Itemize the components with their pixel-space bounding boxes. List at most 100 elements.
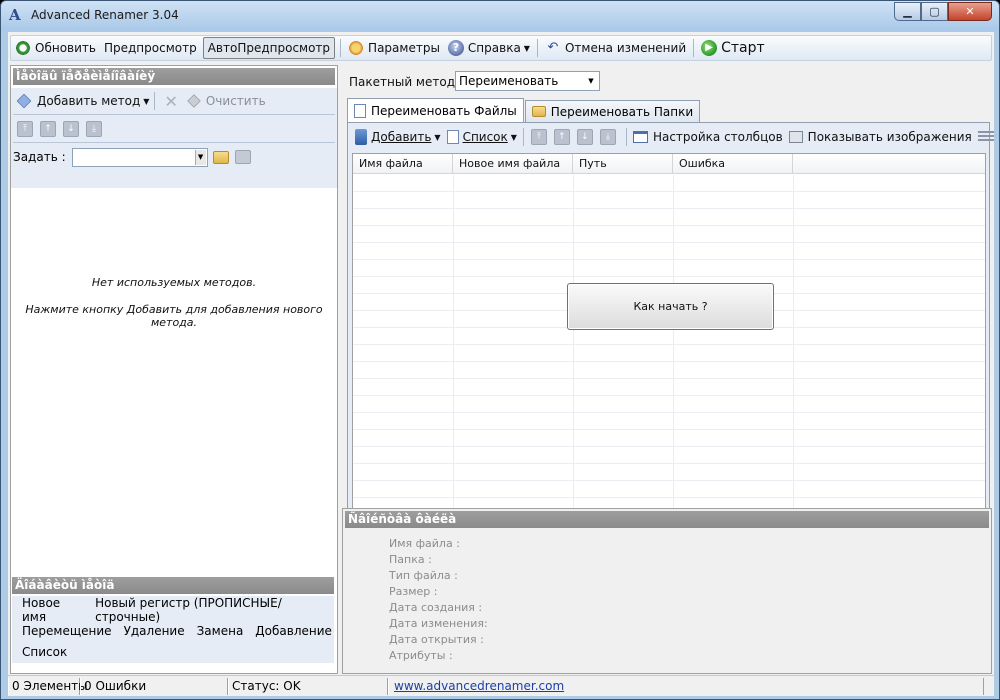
main-toolbar: Обновить Предпросмотр АвтоПредпросмотр П… bbox=[10, 35, 992, 61]
open-folder-icon[interactable] bbox=[212, 150, 229, 164]
move-top-icon[interactable]: ⤒ bbox=[17, 121, 33, 137]
refresh-button[interactable]: Обновить bbox=[11, 37, 100, 59]
preview-button[interactable]: Предпросмотр bbox=[100, 37, 201, 59]
undo-icon: ↶ bbox=[547, 40, 559, 55]
clear-label: Очистить bbox=[205, 94, 266, 108]
col-error[interactable]: Ошибка bbox=[673, 154, 793, 173]
help-button[interactable]: ? Справка ▼ bbox=[444, 37, 534, 59]
columns-setup-button[interactable]: Настройка столбцов bbox=[630, 126, 786, 148]
add-method-header: Äîáàâèòü ìåòîä bbox=[12, 577, 334, 594]
move-down-icon[interactable]: ↓ bbox=[63, 121, 79, 137]
toolbar-separator bbox=[536, 39, 538, 57]
batch-mode-select[interactable]: Переименовать ▼ bbox=[455, 71, 600, 91]
list-icon bbox=[446, 130, 459, 144]
move-bottom-icon[interactable]: ⤓ bbox=[599, 129, 616, 145]
method-list[interactable]: Список bbox=[18, 643, 71, 661]
methods-toolbar: Добавить метод ▼ ✕ Очистить ⤒ ↑ ↓ ⤓ Зада… bbox=[11, 88, 337, 188]
move-up-icon[interactable]: ↑ bbox=[553, 129, 570, 145]
website-link[interactable]: www.advancedrenamer.com bbox=[394, 679, 564, 693]
divider bbox=[13, 142, 335, 143]
add-files-button[interactable]: Добавить ▼ bbox=[352, 126, 444, 148]
batch-mode-label: Пакетный метод: bbox=[349, 75, 460, 89]
info-folder: Папка : bbox=[389, 553, 432, 566]
how-to-start-button[interactable]: Как начать ? bbox=[567, 283, 774, 330]
move-bottom-icon[interactable]: ⤓ bbox=[86, 121, 102, 137]
add-method-button[interactable]: Добавить метод ▼ bbox=[15, 90, 151, 112]
preview-label: Предпросмотр bbox=[103, 41, 197, 55]
info-size: Размер : bbox=[389, 585, 438, 598]
view-list-icon bbox=[977, 131, 994, 143]
clear-icon bbox=[187, 94, 201, 108]
add-files-label: Добавить bbox=[371, 130, 432, 144]
maximize-button[interactable]: ▢ bbox=[921, 2, 948, 21]
add-method-label: Добавить метод bbox=[37, 94, 141, 108]
view-mode-button[interactable]: ▼ bbox=[975, 126, 999, 148]
file-info-panel: Ñâîéñòâà ôàéëà Имя файла : Папка : Тип ф… bbox=[342, 508, 992, 674]
move-down-icon[interactable]: ↓ bbox=[576, 129, 593, 145]
move-up-icon[interactable]: ↑ bbox=[40, 121, 56, 137]
tab-rename-files[interactable]: Переименовать Файлы bbox=[347, 98, 524, 122]
show-images-label: Показывать изображения bbox=[807, 130, 972, 144]
grid-body[interactable] bbox=[353, 175, 985, 529]
settings-icon bbox=[348, 40, 365, 56]
set-label: Задать : bbox=[13, 150, 66, 164]
help-icon: ? bbox=[447, 40, 464, 56]
method-list: Новое имя Новый регистр (ПРОПИСНЫЕ/строч… bbox=[12, 596, 334, 663]
autopreview-toggle[interactable]: АвтоПредпросмотр bbox=[202, 37, 336, 59]
empty-methods-message: Нет используемых методов. Нажмите кнопку… bbox=[11, 276, 337, 343]
tab-rename-folders-label: Переименовать Папки bbox=[550, 104, 694, 119]
method-replace[interactable]: Замена bbox=[193, 622, 248, 640]
method-remove[interactable]: Удаление bbox=[120, 622, 189, 640]
undo-button[interactable]: ↶ Отмена изменений bbox=[541, 37, 690, 59]
start-button[interactable]: ▶ Старт bbox=[697, 37, 769, 59]
status-text: Статус: OK bbox=[228, 677, 388, 695]
columns-icon bbox=[632, 131, 648, 143]
delete-icon[interactable]: ✕ bbox=[164, 92, 177, 111]
start-label: Старт bbox=[721, 40, 765, 56]
col-path[interactable]: Путь bbox=[573, 154, 673, 173]
toolbar-separator bbox=[693, 39, 695, 57]
info-attributes: Атрибуты : bbox=[389, 649, 453, 662]
params-button[interactable]: Параметры bbox=[344, 37, 444, 59]
minimize-button[interactable]: ▁ bbox=[894, 2, 921, 21]
preset-combo[interactable]: ▼ bbox=[71, 147, 208, 167]
files-grid[interactable]: Имя файла Новое имя файла Путь Ошибка Ка… bbox=[352, 153, 986, 530]
columns-setup-label: Настройка столбцов bbox=[652, 130, 783, 144]
info-modified: Дата изменения: bbox=[389, 617, 488, 630]
file-icon bbox=[354, 103, 366, 118]
refresh-icon bbox=[15, 40, 31, 56]
toolbar-separator bbox=[340, 39, 342, 57]
client-area: Обновить Предпросмотр АвтоПредпросмотр П… bbox=[8, 32, 999, 696]
files-toolbar: Добавить ▼ Список ▼ ⤒ ↑ ↓ ⤓ Настройка ст… bbox=[352, 126, 999, 148]
method-move[interactable]: Перемещение bbox=[18, 622, 116, 640]
status-elements: 0 Элементы bbox=[8, 677, 88, 695]
autopreview-label: АвтоПредпросмотр bbox=[207, 41, 331, 55]
folder-icon bbox=[531, 106, 546, 117]
info-accessed: Дата открытия : bbox=[389, 633, 484, 646]
file-info-header: Ñâîéñòâà ôàéëà bbox=[345, 511, 989, 528]
undo-label: Отмена изменений bbox=[564, 41, 687, 55]
tab-bar: Переименовать Файлы Переименовать Папки bbox=[347, 98, 701, 122]
clear-button[interactable]: Очистить bbox=[184, 90, 270, 112]
title-bar[interactable]: A Advanced Renamer 3.04 ▁ ▢ ✕ bbox=[1, 1, 999, 31]
empty-line-2: Нажмите кнопку Добавить для добавления н… bbox=[25, 303, 323, 329]
col-new-filename[interactable]: Новое имя файла bbox=[453, 154, 573, 173]
save-preset-icon[interactable] bbox=[234, 150, 251, 164]
chevron-down-icon: ▼ bbox=[588, 77, 594, 85]
tab-rename-folders[interactable]: Переименовать Папки bbox=[524, 100, 701, 122]
batch-mode-value: Переименовать bbox=[459, 74, 559, 88]
move-top-icon[interactable]: ⤒ bbox=[530, 129, 547, 145]
list-button[interactable]: Список ▼ bbox=[444, 126, 520, 148]
window-title: Advanced Renamer 3.04 bbox=[31, 8, 179, 22]
empty-line-1: Нет используемых методов. bbox=[91, 276, 257, 289]
help-label: Справка bbox=[467, 41, 521, 55]
show-images-button[interactable]: Показывать изображения bbox=[786, 126, 975, 148]
method-add[interactable]: Добавление bbox=[251, 622, 336, 640]
col-filename[interactable]: Имя файла bbox=[353, 154, 453, 173]
info-filename: Имя файла : bbox=[389, 537, 460, 550]
chevron-down-icon[interactable]: ▼ bbox=[194, 149, 206, 165]
grid-line bbox=[673, 175, 674, 529]
status-bar: 0 Элементы 0 Ошибки Статус: OK www.advan… bbox=[8, 675, 994, 696]
list-label: Список bbox=[462, 130, 508, 144]
close-button[interactable]: ✕ bbox=[948, 2, 992, 21]
